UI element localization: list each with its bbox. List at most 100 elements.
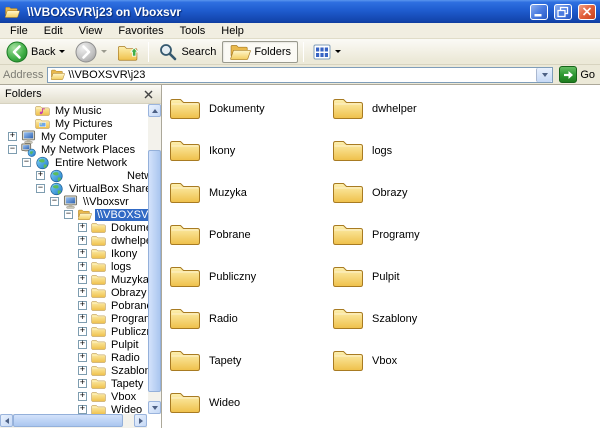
menu-item-tools[interactable]: Tools <box>172 24 214 38</box>
tree-item[interactable]: − VirtualBox Shared Folder <box>0 182 148 195</box>
tree-item[interactable]: + Radio <box>0 351 148 364</box>
tree-item[interactable]: + Pobrane <box>0 299 148 312</box>
address-dropdown-button[interactable] <box>536 68 552 82</box>
menu-item-favorites[interactable]: Favorites <box>110 24 171 38</box>
expander-icon[interactable]: + <box>78 379 87 388</box>
expander-icon[interactable]: + <box>78 249 87 258</box>
expander-icon[interactable]: − <box>50 197 59 206</box>
expander-icon[interactable]: + <box>78 405 87 414</box>
folders-label: Folders <box>254 46 291 58</box>
expander-icon[interactable]: + <box>78 353 87 362</box>
folders-panel-title: Folders <box>5 88 141 100</box>
expander-icon[interactable]: + <box>36 171 45 180</box>
toolbar-separator <box>303 42 304 62</box>
tree-item[interactable]: − \\Vboxsvr <box>0 195 148 208</box>
expander-icon[interactable]: + <box>78 275 87 284</box>
globe-icon <box>48 182 64 196</box>
menu-item-help[interactable]: Help <box>213 24 252 38</box>
tree-item[interactable]: + Netw <box>0 169 148 182</box>
folder-tile[interactable]: dwhelper <box>332 92 600 126</box>
expander-icon[interactable]: − <box>64 210 73 219</box>
tree-item[interactable]: + Vbox <box>0 390 148 403</box>
back-button[interactable]: Back <box>2 39 69 65</box>
tree-item[interactable]: + Ikony <box>0 247 148 260</box>
scroll-right-button[interactable] <box>134 414 147 427</box>
folder-tile[interactable]: Szablony <box>332 302 600 336</box>
folder-icon <box>90 247 106 260</box>
folder-icon <box>332 221 364 250</box>
go-button[interactable] <box>559 66 577 83</box>
tree-vertical-scrollbar[interactable] <box>148 104 161 414</box>
folder-tile[interactable]: Obrazy <box>332 176 600 210</box>
minimize-button[interactable] <box>530 4 548 20</box>
panel-close-button[interactable] <box>141 87 156 101</box>
expander-icon[interactable]: + <box>78 301 87 310</box>
close-button[interactable] <box>578 4 596 20</box>
folder-tile[interactable]: Dokumenty <box>169 92 332 126</box>
address-input[interactable]: \\VBOXSVR\j23 <box>68 69 533 81</box>
tree-item[interactable]: + Obrazy <box>0 286 148 299</box>
folder-tile[interactable]: logs <box>332 134 600 168</box>
menu-item-edit[interactable]: Edit <box>36 24 71 38</box>
folder-tile[interactable]: Muzyka <box>169 176 332 210</box>
folder-tile[interactable]: Tapety <box>169 344 332 378</box>
expander-icon[interactable]: + <box>8 132 17 141</box>
tree-item[interactable]: + My Computer <box>0 130 148 143</box>
scroll-down-button[interactable] <box>148 401 161 414</box>
back-icon <box>6 41 28 63</box>
tree-item[interactable]: + Publiczny <box>0 325 148 338</box>
tree-item[interactable]: + Wideo <box>0 403 148 414</box>
tree-item[interactable]: − \\VBOXSVR\j23 <box>0 208 148 221</box>
tree-item[interactable]: + Programy <box>0 312 148 325</box>
folder-tile[interactable]: Publiczny <box>169 260 332 294</box>
expander-icon[interactable]: + <box>78 392 87 401</box>
window-folder-icon <box>4 5 20 19</box>
tree-item[interactable]: My Music <box>0 104 148 117</box>
tree-item[interactable]: − Entire Network <box>0 156 148 169</box>
expander-icon[interactable]: + <box>78 340 87 349</box>
horizontal-scroll-thumb[interactable] <box>13 414 123 427</box>
views-dropdown-icon[interactable] <box>335 50 341 53</box>
tree-horizontal-scrollbar[interactable] <box>0 414 147 428</box>
expander-icon[interactable]: + <box>78 262 87 271</box>
tree-item[interactable]: My Pictures <box>0 117 148 130</box>
forward-button[interactable] <box>71 39 111 65</box>
expander-icon[interactable]: + <box>78 314 87 323</box>
folders-button[interactable]: Folders <box>222 41 298 63</box>
expander-icon[interactable]: + <box>78 236 87 245</box>
menu-item-view[interactable]: View <box>71 24 111 38</box>
tree-item[interactable]: − My Network Places <box>0 143 148 156</box>
vertical-scroll-thumb[interactable] <box>148 150 161 392</box>
expander-icon[interactable]: + <box>78 366 87 375</box>
folder-tile[interactable]: Pulpit <box>332 260 600 294</box>
tree-item[interactable]: + Dokumenty <box>0 221 148 234</box>
scroll-up-button[interactable] <box>148 104 161 117</box>
folder-tile[interactable]: Programy <box>332 218 600 252</box>
folder-tile[interactable]: Wideo <box>169 386 332 420</box>
back-dropdown-icon[interactable] <box>59 50 65 53</box>
tree-item[interactable]: + Szablony <box>0 364 148 377</box>
expander-icon[interactable]: + <box>78 288 87 297</box>
expander-icon[interactable]: + <box>78 327 87 336</box>
expander-icon[interactable]: + <box>78 223 87 232</box>
tree-item[interactable]: + Tapety <box>0 377 148 390</box>
folder-tile[interactable]: Radio <box>169 302 332 336</box>
tree-item[interactable]: + logs <box>0 260 148 273</box>
address-combo[interactable]: \\VBOXSVR\j23 <box>47 67 553 83</box>
tree-item[interactable]: + Muzyka <box>0 273 148 286</box>
expander-icon[interactable]: − <box>8 145 17 154</box>
search-button[interactable]: Search <box>154 40 220 64</box>
expander-icon[interactable]: − <box>22 158 31 167</box>
folder-tile[interactable]: Ikony <box>169 134 332 168</box>
tree-item[interactable]: + dwhelper <box>0 234 148 247</box>
scroll-left-button[interactable] <box>0 414 13 427</box>
up-button[interactable] <box>113 40 143 64</box>
tree-item[interactable]: + Pulpit <box>0 338 148 351</box>
views-button[interactable] <box>309 42 345 62</box>
expander-icon[interactable]: − <box>36 184 45 193</box>
folder-tile[interactable]: Pobrane <box>169 218 332 252</box>
tiles-grid: Dokumenty dwhelper Ikony logs Muzyka Obr… <box>169 92 600 428</box>
restore-button[interactable] <box>554 4 572 20</box>
menu-item-file[interactable]: File <box>2 24 36 38</box>
folder-tile[interactable]: Vbox <box>332 344 600 378</box>
